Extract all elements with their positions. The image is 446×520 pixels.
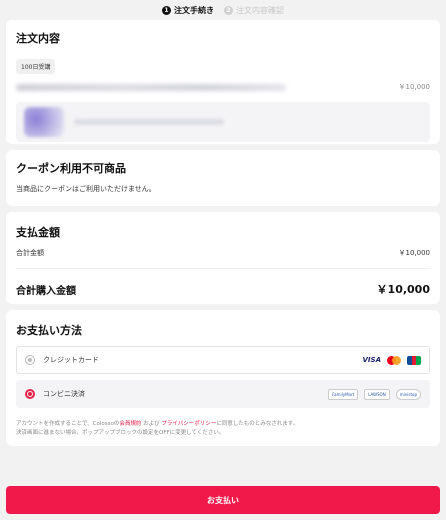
divider — [16, 268, 430, 269]
jcb-icon — [407, 355, 421, 365]
step-order-procedure: 1 注文手続き — [162, 5, 214, 16]
blurred-product-subtitle — [74, 119, 224, 125]
payment-amount-card: 支払金額 合計金額 ￥10,000 合計購入金額 ￥10,000 — [6, 212, 440, 304]
card-brand-logos: VISA — [362, 355, 421, 365]
option-convenience-store[interactable]: コンビニ決済 FamilyMart LAWSON ministop — [16, 380, 430, 408]
coupon-message: 当商品にクーポンはご利用いただけません。 — [16, 185, 156, 193]
option-label: コンビニ決済 — [43, 390, 85, 398]
step-order-confirm: 2 注文内容確認 — [224, 5, 284, 16]
course-duration-badge: 100日受講 — [16, 59, 56, 74]
radio-button-selected[interactable] — [25, 389, 35, 399]
step-label: 注文手続き — [174, 5, 214, 15]
item-price: ￥10,000 — [398, 83, 431, 91]
pay-button[interactable]: お支払い — [6, 486, 440, 514]
privacy-policy-link[interactable]: プライバシーポリシー — [161, 421, 216, 427]
visa-icon: VISA — [362, 356, 381, 364]
total-row: 合計購入金額 ￥10,000 — [16, 281, 430, 297]
terms-notice: アカウントを作成することで、Colossoの会員規約 および プライバシーポリシ… — [16, 421, 299, 436]
product-thumbnail — [24, 107, 64, 137]
product-preview — [16, 102, 430, 142]
subtotal-value: ￥10,000 — [398, 249, 431, 257]
total-label: 合計購入金額 — [16, 285, 76, 297]
coupon-card: クーポン利用不可商品 当商品にクーポンはご利用いただけません。 — [6, 150, 440, 206]
payment-method-card: お支払い方法 クレジットカード VISA コンビニ決済 FamilyMart L… — [6, 310, 440, 446]
method-title: お支払い方法 — [16, 324, 82, 337]
subtotal-label: 合計金額 — [16, 249, 44, 257]
order-title: 注文内容 — [16, 32, 60, 45]
radio-button[interactable] — [25, 355, 35, 365]
blurred-product-name — [16, 83, 286, 91]
subtotal-row: 合計金額 ￥10,000 — [16, 248, 430, 258]
step-label: 注文内容確認 — [236, 5, 284, 15]
order-item-row: ￥10,000 — [16, 80, 430, 94]
order-details-card: 注文内容 100日受講 ￥10,000 — [6, 20, 440, 144]
mastercard-icon — [387, 355, 401, 365]
store-logos: FamilyMart LAWSON ministop — [328, 388, 421, 400]
step-number: 1 — [162, 5, 171, 15]
ministop-icon: ministop — [395, 388, 421, 400]
lawson-icon: LAWSON — [364, 388, 390, 400]
option-credit-card[interactable]: クレジットカード VISA — [16, 346, 430, 374]
step-number: 2 — [224, 5, 233, 15]
familymart-icon: FamilyMart — [328, 388, 359, 400]
checkout-steps: 1 注文手続き 2 注文内容確認 — [0, 0, 446, 20]
coupon-title: クーポン利用不可商品 — [16, 162, 126, 175]
terms-link[interactable]: 会員規約 — [119, 421, 141, 427]
amount-title: 支払金額 — [16, 226, 60, 239]
total-value: ￥10,000 — [376, 283, 430, 296]
option-label: クレジットカード — [43, 356, 99, 364]
